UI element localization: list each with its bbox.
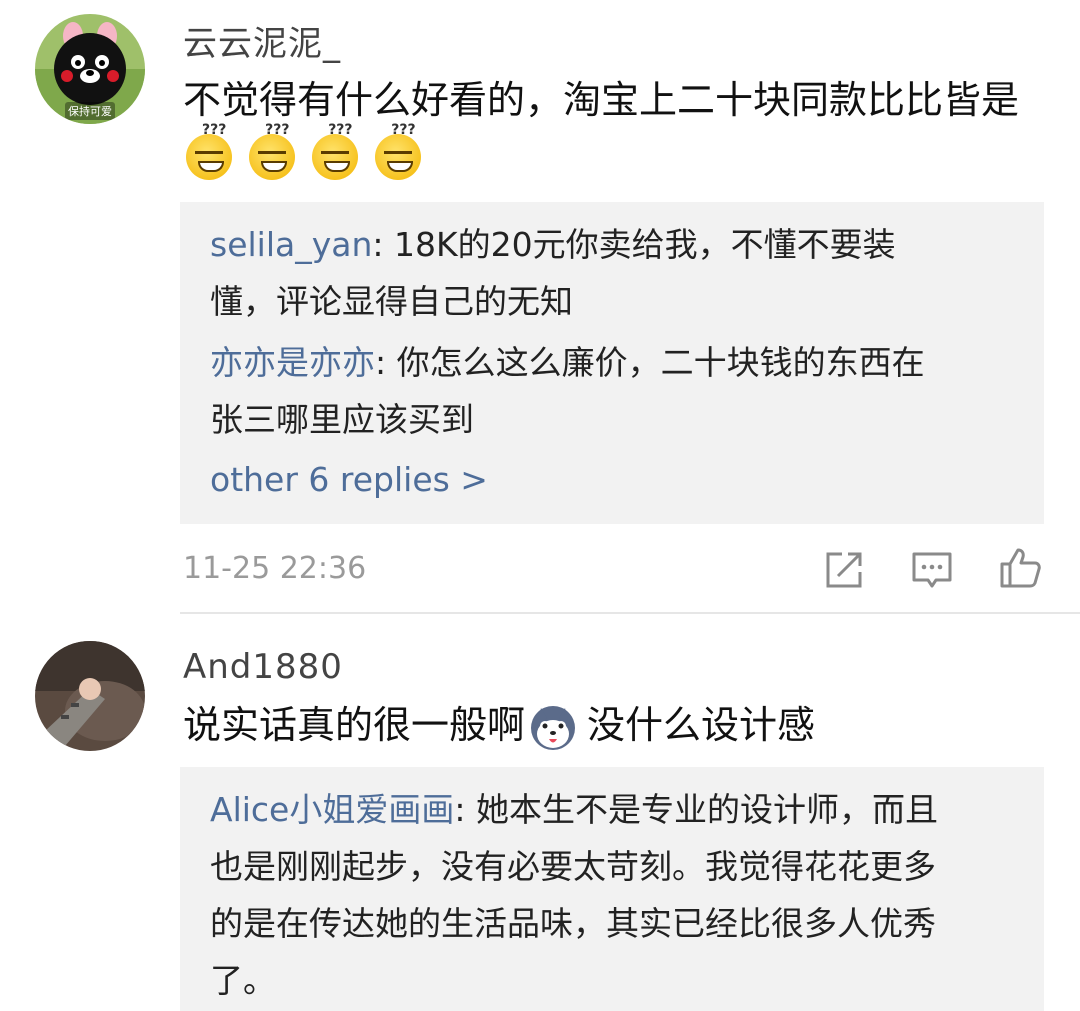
comment-icon[interactable]: [910, 548, 954, 592]
reply-text: 也是刚刚起步，没有必要太苛刻。我觉得花花更多: [210, 847, 936, 886]
share-icon[interactable]: [822, 548, 866, 592]
reply-username[interactable]: Alice小姐爱画画: [210, 790, 454, 829]
user-photo-avatar-icon: [35, 641, 145, 751]
avatar[interactable]: 保持可爱: [35, 14, 145, 124]
divider: [180, 612, 1080, 614]
reply-separator: :: [372, 225, 394, 264]
reply-username[interactable]: selila_yan: [210, 225, 372, 264]
timestamp: 11-25 22:36: [183, 551, 367, 586]
dizzy-smile-emoji-icon: ???: [312, 122, 359, 180]
comment-1: 保持可爱 云云泥泥_ 不觉得有什么好看的，淘宝上二十块同款比比皆是 ??? ??…: [0, 0, 1080, 615]
reply-item[interactable]: selila_yan: 18K的20元你卖给我，不懂不要装 懂，评论显得自己的无…: [210, 216, 1010, 330]
reply-text: 她本生不是专业的设计师，而且: [475, 790, 938, 829]
reply-box: selila_yan: 18K的20元你卖给我，不懂不要装 懂，评论显得自己的无…: [180, 202, 1044, 524]
reply-text: 你怎么这么廉价，二十块钱的东西在: [396, 343, 925, 382]
comment-text-row: 说实话真的很一般啊 没什么设计感: [183, 695, 815, 755]
reply-separator: :: [375, 343, 397, 382]
comment-2: And1880 说实话真的很一般啊 没什么设计感 Alice小姐爱画画: 她本生…: [0, 615, 1080, 1011]
avatar-caption: 保持可爱: [68, 104, 112, 118]
like-icon[interactable]: [998, 546, 1042, 590]
reply-text: 懂，评论显得自己的无知: [210, 282, 573, 321]
reply-text: 18K的20元你卖给我，不懂不要装: [394, 225, 896, 264]
more-replies-link[interactable]: other 6 replies >: [210, 460, 488, 499]
husky-face-emoji-icon: [529, 704, 577, 752]
reply-separator: :: [454, 790, 476, 829]
kumamon-avatar-icon: 保持可爱: [35, 14, 145, 124]
reply-item[interactable]: Alice小姐爱画画: 她本生不是专业的设计师，而且 也是刚刚起步，没有必要太苛…: [210, 781, 1010, 1009]
comment-text: 不觉得有什么好看的，淘宝上二十块同款比比皆是: [183, 78, 1020, 122]
reply-text: 了。: [210, 961, 276, 1000]
comment-text: 没什么设计感: [587, 703, 816, 747]
dizzy-smile-emoji-icon: ???: [375, 122, 422, 180]
reply-text: 张三哪里应该买到: [210, 400, 474, 439]
reply-text: 的是在传达她的生活品味，其实已经比很多人优秀: [210, 904, 936, 943]
reply-username[interactable]: 亦亦是亦亦: [210, 343, 375, 382]
reply-item[interactable]: 亦亦是亦亦: 你怎么这么廉价，二十块钱的东西在 张三哪里应该买到: [210, 334, 1010, 448]
avatar[interactable]: [35, 641, 145, 751]
emoji-row: ??? ??? ??? ???: [186, 122, 433, 180]
username[interactable]: And1880: [183, 647, 343, 687]
reply-box: Alice小姐爱画画: 她本生不是专业的设计师，而且 也是刚刚起步，没有必要太苛…: [180, 767, 1044, 1011]
dizzy-smile-emoji-icon: ???: [186, 122, 232, 180]
comment-text: 说实话真的很一般啊: [183, 703, 526, 747]
username[interactable]: 云云泥泥_: [183, 16, 341, 65]
dizzy-smile-emoji-icon: ???: [249, 122, 296, 180]
